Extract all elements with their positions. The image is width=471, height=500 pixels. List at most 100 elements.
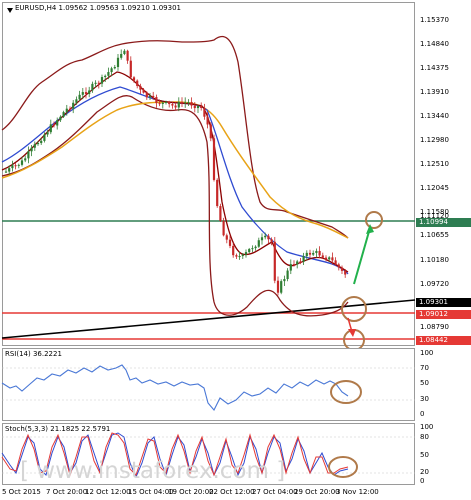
candle-body <box>72 102 75 109</box>
candle-body <box>200 106 203 109</box>
candle-body <box>340 267 344 271</box>
time-label: 5 Oct 2015 <box>2 488 41 496</box>
candle-body <box>254 246 257 249</box>
candle-body <box>216 179 219 207</box>
candle-body <box>91 83 94 91</box>
candle-body <box>180 101 184 104</box>
candle-body <box>110 68 113 73</box>
candle-body <box>177 101 180 108</box>
candle-body <box>145 92 148 98</box>
stoch-tick: 100 <box>420 423 434 431</box>
candle-body <box>267 235 270 240</box>
price-tick: 1.12045 <box>420 184 449 192</box>
current-price-tag: 1.09301 <box>416 298 471 307</box>
candle-body <box>126 50 129 61</box>
candle-body <box>212 138 216 180</box>
time-label: 19 Oct 20:00 <box>168 488 214 496</box>
candle-body <box>24 158 27 161</box>
candle-body <box>337 264 340 268</box>
price-axis: 1.15370 1.14840 1.14375 1.13910 1.13440 … <box>416 2 471 346</box>
candle-body <box>251 248 254 250</box>
candle-body <box>321 255 324 258</box>
candle-body <box>257 240 260 247</box>
candle-body <box>94 82 97 84</box>
candle-body <box>75 99 78 103</box>
candle-body <box>11 165 14 169</box>
candle-body <box>97 82 100 84</box>
candle-body <box>324 257 328 260</box>
candle-body <box>164 101 168 103</box>
candle-body <box>225 235 228 240</box>
candle-body <box>305 252 308 257</box>
candle-body <box>273 241 276 281</box>
rsi-chart-svg <box>1 364 415 411</box>
candle-body <box>308 252 312 255</box>
candle-body <box>209 124 212 139</box>
time-label: 15 Oct 04:00 <box>128 488 174 496</box>
candle-body <box>168 101 171 105</box>
candle-body <box>206 116 209 125</box>
candle-body <box>40 140 43 144</box>
candle-body <box>56 120 59 126</box>
candle-body <box>155 97 158 104</box>
candle-body <box>292 264 296 266</box>
time-label: 12 Oct 12:00 <box>85 488 131 496</box>
price-tick: 1.14375 <box>420 64 449 72</box>
up-arrow-icon <box>353 224 374 285</box>
candle-body <box>43 134 46 141</box>
candle-body <box>318 250 321 256</box>
candle-body <box>65 108 68 113</box>
candle-body <box>136 80 139 86</box>
resistance-price-tag: 1.10994 <box>416 218 471 227</box>
candle-body <box>203 108 206 117</box>
candle-body <box>20 160 24 165</box>
candle-body <box>81 92 84 95</box>
candle-body <box>276 280 280 293</box>
candle-body <box>132 77 136 81</box>
candle-body <box>129 60 132 78</box>
rsi-tick: 0 <box>420 410 425 418</box>
candle-body <box>235 255 238 257</box>
candle-body <box>59 116 62 121</box>
candle-body <box>312 252 315 255</box>
bollinger-upper <box>1 35 349 239</box>
candle-body <box>228 239 232 246</box>
instaforex-watermark: [ www.instaforex.com ] <box>20 458 286 484</box>
candle-body <box>142 89 145 93</box>
candle-body <box>78 94 81 100</box>
rsi-tick: 70 <box>420 364 429 372</box>
candle-body <box>283 279 286 282</box>
candle-body <box>52 124 56 126</box>
candle-body <box>17 164 20 166</box>
candle-body <box>289 264 292 271</box>
candlesticks <box>4 49 347 296</box>
candle-body <box>62 112 65 117</box>
price-tick: 1.12510 <box>420 160 449 168</box>
candle-body <box>33 144 36 148</box>
candle-body <box>46 132 49 135</box>
candle-body <box>148 95 152 98</box>
support-price-tag-2: 1.08442 <box>416 336 471 345</box>
price-tick: 1.09720 <box>420 280 449 288</box>
candle-body <box>113 67 116 69</box>
candle-body <box>49 124 52 133</box>
candle-body <box>116 57 120 68</box>
price-tick: 1.14840 <box>420 40 449 48</box>
candle-body <box>14 165 17 167</box>
target-circle-mid[interactable] <box>341 296 367 322</box>
candle-body <box>302 256 305 262</box>
rsi-line <box>1 364 349 411</box>
candle-body <box>193 105 196 109</box>
rsi-tick: 30 <box>420 395 429 403</box>
target-circle-top[interactable] <box>365 211 383 229</box>
rsi-axis: 100 70 50 30 0 <box>416 348 471 421</box>
candle-body <box>334 260 337 265</box>
candle-body <box>104 75 107 78</box>
candle-body <box>344 270 347 275</box>
candle-body <box>158 103 161 105</box>
bollinger-lower <box>1 95 349 317</box>
candle-body <box>270 239 273 242</box>
stoch-highlight-circle[interactable] <box>328 456 358 478</box>
candle-body <box>248 249 251 253</box>
candle-body <box>152 95 155 98</box>
